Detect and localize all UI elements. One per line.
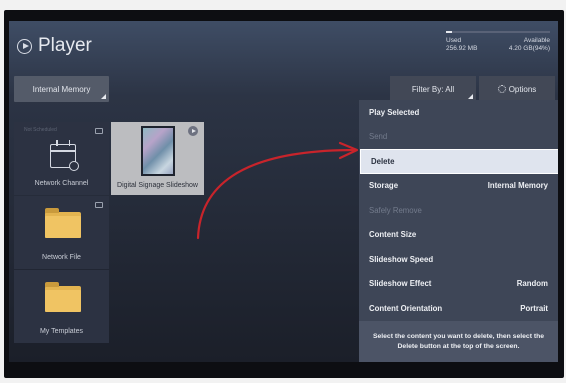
menu-item-label: Play Selected bbox=[369, 107, 420, 117]
storage-dropdown[interactable]: Internal Memory bbox=[14, 76, 109, 102]
storage-dropdown-label: Internal Memory bbox=[32, 84, 91, 94]
options-menu: Play Selected Send Delete Storage Intern… bbox=[359, 100, 558, 362]
menu-item-value: Internal Memory bbox=[487, 181, 548, 191]
storage-usage: Used 256.92 MB Available 4.20 GB(94%) bbox=[446, 31, 550, 61]
tile-network-file[interactable]: Network File bbox=[14, 196, 109, 269]
storage-bar-fill bbox=[446, 31, 453, 33]
tile-label: Network File bbox=[42, 254, 81, 261]
used-label: Used bbox=[446, 37, 462, 44]
menu-item-label: Content Orientation bbox=[369, 303, 443, 313]
menu-item-storage[interactable]: Storage Internal Memory bbox=[359, 174, 558, 199]
storage-bar bbox=[446, 31, 550, 33]
menu-item-delete[interactable]: Delete bbox=[360, 149, 558, 174]
available-label: Available bbox=[523, 37, 550, 44]
menu-item-label: Safely Remove bbox=[369, 205, 422, 215]
help-text: Select the content you want to delete, t… bbox=[359, 321, 558, 362]
menu-item-play-selected[interactable]: Play Selected bbox=[359, 100, 558, 125]
options-button-label: Options bbox=[508, 84, 537, 94]
calendar-icon bbox=[50, 140, 79, 171]
menu-item-content-size[interactable]: Content Size bbox=[359, 223, 558, 248]
page-title: Player bbox=[38, 35, 92, 56]
schedule-status: Not Scheduled bbox=[24, 127, 57, 133]
tile-label: Network Channel bbox=[34, 180, 89, 187]
used-value: 256.92 MB bbox=[446, 45, 478, 52]
menu-item-send: Send bbox=[359, 125, 558, 150]
dropdown-corner-icon bbox=[468, 94, 473, 99]
available-value: 4.20 GB(94%) bbox=[508, 45, 550, 52]
gear-icon bbox=[497, 85, 506, 93]
options-button[interactable]: Options bbox=[479, 76, 555, 102]
menu-item-label: Storage bbox=[369, 181, 399, 191]
menu-item-slideshow-speed[interactable]: Slideshow Speed bbox=[359, 247, 558, 272]
menu-item-label: Delete bbox=[371, 156, 395, 166]
menu-item-label: Slideshow Effect bbox=[369, 279, 432, 289]
folder-icon bbox=[45, 208, 81, 238]
app-title: Player bbox=[17, 35, 92, 57]
tile-digital-signage-slideshow[interactable]: Digital Signage Slideshow bbox=[111, 122, 204, 195]
filter-button-label: Filter By: All bbox=[411, 84, 455, 94]
menu-item-slideshow-effect[interactable]: Slideshow Effect Random bbox=[359, 272, 558, 297]
folder-icon bbox=[45, 282, 81, 312]
menu-item-value: Portrait bbox=[520, 303, 548, 313]
menu-item-content-orientation[interactable]: Content Orientation Portrait bbox=[359, 296, 558, 321]
menu-item-value: Random bbox=[516, 279, 548, 289]
menu-item-label: Slideshow Speed bbox=[369, 254, 434, 264]
player-screen: Player Used 256.92 MB Available 4.20 GB(… bbox=[9, 21, 558, 362]
monitor-icon bbox=[95, 128, 103, 134]
play-icon bbox=[188, 126, 198, 136]
menu-item-safely-remove: Safely Remove bbox=[359, 198, 558, 223]
filter-button[interactable]: Filter By: All bbox=[390, 76, 476, 102]
monitor-icon bbox=[95, 202, 103, 208]
menu-item-label: Content Size bbox=[369, 230, 417, 240]
tile-label: My Templates bbox=[39, 328, 84, 335]
menu-item-label: Send bbox=[369, 132, 388, 142]
tile-label: Digital Signage Slideshow bbox=[117, 182, 198, 189]
tile-network-channel[interactable]: Not Scheduled Network Channel bbox=[14, 122, 109, 195]
header: Player Used 256.92 MB Available 4.20 GB(… bbox=[9, 21, 558, 73]
dropdown-corner-icon bbox=[101, 94, 106, 99]
slideshow-thumbnail bbox=[141, 126, 175, 176]
tile-my-templates[interactable]: My Templates bbox=[14, 270, 109, 343]
play-circle-icon bbox=[17, 38, 32, 54]
